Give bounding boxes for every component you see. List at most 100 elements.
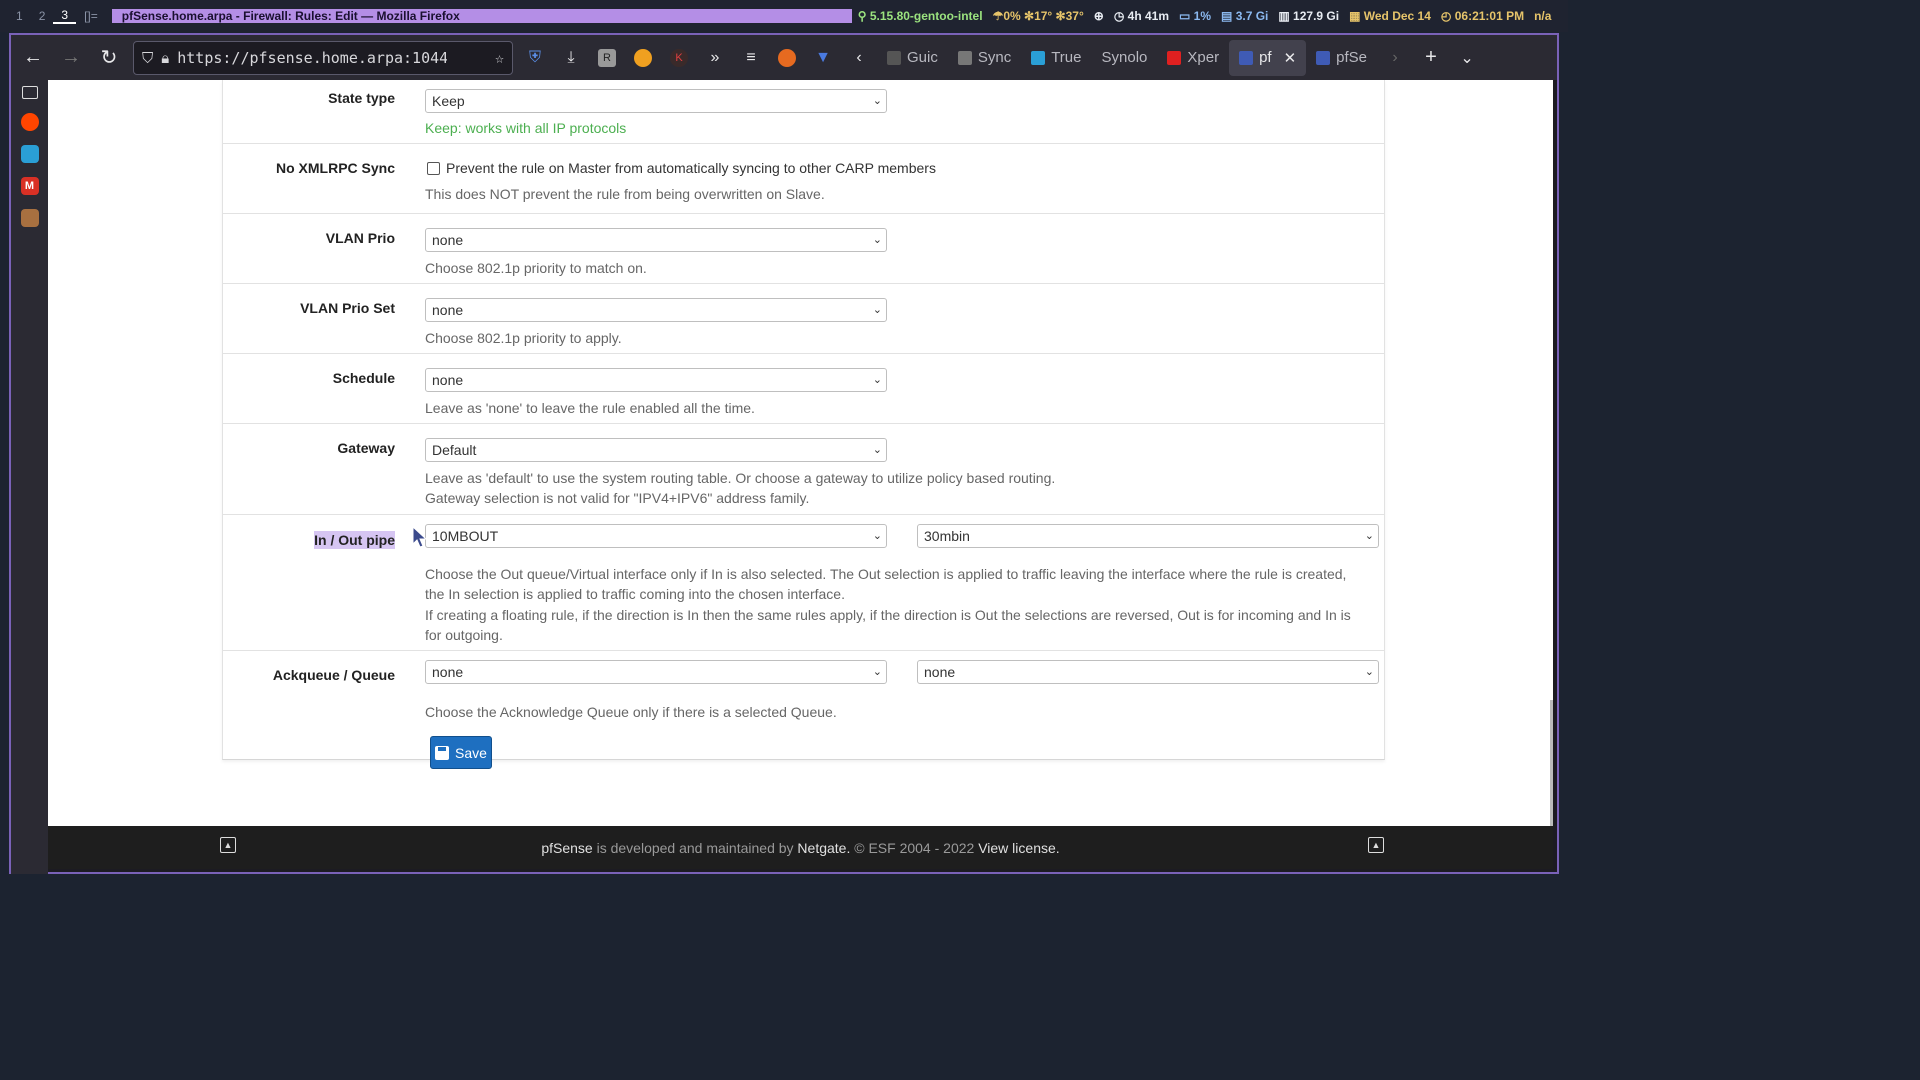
extension-orange-icon[interactable] [625, 40, 661, 76]
funnel-icon[interactable]: ▼ [805, 40, 841, 76]
tab-favicon [887, 50, 901, 65]
gmail-icon[interactable]: M [20, 177, 39, 195]
scroll-top-icon[interactable]: ▲ [220, 837, 236, 853]
extension-r-icon[interactable]: R [589, 40, 625, 76]
vlan-prio-label: VLAN Prio [325, 230, 395, 246]
downloads-icon[interactable]: ⤓ [553, 40, 589, 76]
tab-favicon [1316, 50, 1331, 65]
chevron-down-icon: ⌄ [1364, 530, 1374, 542]
pipe-help-1: Choose the Out queue/Virtual interface o… [425, 566, 1347, 582]
gateway-select[interactable]: Default ⌄ [425, 438, 887, 462]
url-bar[interactable]: ⛉ 🔒︎ https://pfsense.home.arpa:1044 ☆ [133, 40, 513, 75]
tab-favicon [957, 50, 972, 65]
no-xmlrpc-checkbox-label[interactable]: Prevent the rule on Master from automati… [446, 160, 936, 176]
no-xmlrpc-checkbox[interactable] [427, 162, 440, 175]
window-title: pfSense.home.arpa - Firewall: Rules: Edi… [111, 9, 852, 23]
ackqueue-select[interactable]: none ⌄ [425, 660, 887, 684]
cpu-temp-stats: ☂0% ✻17° ✻37° [992, 9, 1084, 23]
tab-pfsense[interactable]: pfSe [1306, 40, 1377, 76]
chevron-down-icon: ⌄ [872, 304, 882, 316]
overflow-chevron-icon[interactable]: » [697, 40, 733, 76]
tab-synology[interactable]: Synolo [1092, 40, 1158, 76]
in-out-pipe-label: In / Out pipe [314, 531, 395, 549]
system-bar: 1 2 3 []= pfSense.home.arpa - Firewall: … [0, 0, 1568, 32]
shield-icon[interactable]: ⛉ [142, 49, 153, 67]
tab-sync[interactable]: Sync [948, 40, 1021, 76]
footer-company[interactable]: Netgate. [797, 840, 850, 856]
workspace-2[interactable]: 2 [31, 9, 54, 23]
tab-truenas[interactable]: True [1021, 40, 1091, 76]
schedule-select[interactable]: none ⌄ [425, 368, 887, 392]
pipe-help-4: for outgoing. [425, 627, 503, 643]
state-type-select[interactable]: Keep ⌄ [425, 89, 887, 113]
pipe-help-3: If creating a floating rule, if the dire… [425, 607, 1351, 623]
workspace-switcher[interactable]: 1 2 3 []= [0, 0, 106, 32]
out-pipe-select[interactable]: 30mbin ⌄ [917, 524, 1379, 548]
schedule-row: Schedule none ⌄ Leave as 'none' to leave … [223, 354, 1384, 424]
lock-icon[interactable]: 🔒︎ [161, 49, 169, 67]
folder-icon[interactable] [21, 86, 38, 99]
scrollbar[interactable] [1550, 700, 1553, 826]
url-text[interactable]: https://pfsense.home.arpa:1044 [177, 49, 447, 67]
schedule-help: Leave as 'none' to leave the rule enable… [425, 400, 755, 416]
firefox-icon[interactable] [769, 40, 805, 76]
scroll-top-icon-right[interactable]: ▲ [1368, 837, 1384, 853]
close-tab-icon[interactable]: ✕ [1284, 49, 1297, 67]
system-stats: ⚲ 5.15.80-gentoo-intel ☂0% ✻17° ✻37° ⊕ ◷… [858, 9, 1552, 23]
chevron-down-icon: ⌄ [1364, 666, 1374, 678]
no-xmlrpc-row: No XMLRPC Sync Prevent the rule on Maste… [223, 144, 1384, 214]
reddit-icon[interactable] [20, 113, 39, 131]
truenas-icon[interactable] [20, 145, 39, 163]
tabs-scroll-right-icon[interactable]: › [1377, 40, 1413, 76]
ackqueue-label: Ackqueue / Queue [272, 667, 395, 683]
uptime: ◷ 4h 41m [1113, 9, 1169, 23]
in-out-pipe-row: In / Out pipe 10MBOUT ⌄ 30mbin ⌄ Choose th… [223, 515, 1384, 651]
list-tabs-icon[interactable]: ⌄ [1449, 40, 1485, 76]
back-button[interactable]: ← [17, 42, 49, 74]
vlan-prio-set-select[interactable]: none ⌄ [425, 298, 887, 322]
vlan-prio-set-help: Choose 802.1p priority to apply. [425, 330, 622, 346]
page-content: State type Keep ⌄ Keep: works with all IP… [48, 80, 1553, 826]
gateway-label: Gateway [337, 440, 395, 456]
menu-icon[interactable]: ≡ [733, 40, 769, 76]
save-button[interactable]: Save [430, 736, 492, 769]
new-tab-icon[interactable]: + [1413, 40, 1449, 76]
chevron-down-icon: ⌄ [872, 95, 882, 107]
youtube-icon [1167, 50, 1182, 65]
vlan-prio-set-label: VLAN Prio Set [300, 300, 395, 316]
forward-button[interactable]: → [55, 42, 87, 74]
tab-favicon [1239, 50, 1254, 65]
bookmark-star-icon[interactable]: ☆ [495, 49, 504, 67]
vlan-prio-select[interactable]: none ⌄ [425, 228, 887, 252]
kernel-version: ⚲ 5.15.80-gentoo-intel [857, 9, 983, 23]
footer-license-link[interactable]: View license. [978, 840, 1059, 856]
tab-guide[interactable]: Guic [877, 40, 948, 76]
load: ▭ 1% [1179, 9, 1212, 23]
vlan-prio-row: VLAN Prio none ⌄ Choose 802.1p priority t… [223, 214, 1384, 284]
browser-sidebar: M [11, 80, 48, 874]
tab-xperia[interactable]: Xper [1157, 40, 1229, 76]
browser-window: ← → ↻ ⛉ 🔒︎ https://pfsense.home.arpa:104… [9, 33, 1559, 874]
workspace-3[interactable]: 3 [53, 8, 77, 24]
save-icon [435, 745, 450, 760]
footer-brand[interactable]: pfSense [541, 840, 592, 856]
tabs-scroll-left-icon[interactable]: ‹ [841, 40, 877, 76]
gateway-row: Gateway Default ⌄ Leave as 'default' to u… [223, 424, 1384, 515]
chevron-down-icon: ⌄ [872, 234, 882, 246]
bitwarden-extension-icon[interactable]: ⛨ [517, 40, 553, 76]
clock: ◴ 06:21:01 PM [1440, 9, 1525, 23]
avatar-icon[interactable] [20, 209, 39, 227]
tab-pfsense-active[interactable]: pf ✕ [1229, 39, 1307, 76]
toolbar-icons: ⛨ ⤓ R K » ≡ ▼ ‹ [517, 40, 877, 76]
mouse-cursor-icon [412, 526, 428, 548]
layout-indicator[interactable]: []= [76, 9, 106, 23]
reload-button[interactable]: ↻ [93, 42, 125, 74]
network-icon: ⊕ [1093, 9, 1104, 23]
queue-select[interactable]: none ⌄ [917, 660, 1379, 684]
in-pipe-select[interactable]: 10MBOUT ⌄ [425, 524, 887, 548]
workspace-1[interactable]: 1 [8, 9, 31, 23]
browser-toolbar: ← → ↻ ⛉ 🔒︎ https://pfsense.home.arpa:104… [11, 35, 1557, 80]
extension-k-icon[interactable]: K [661, 40, 697, 76]
pipe-help-2: the In selection is applied to traffic c… [425, 586, 845, 602]
date: ▦ Wed Dec 14 [1349, 9, 1431, 23]
